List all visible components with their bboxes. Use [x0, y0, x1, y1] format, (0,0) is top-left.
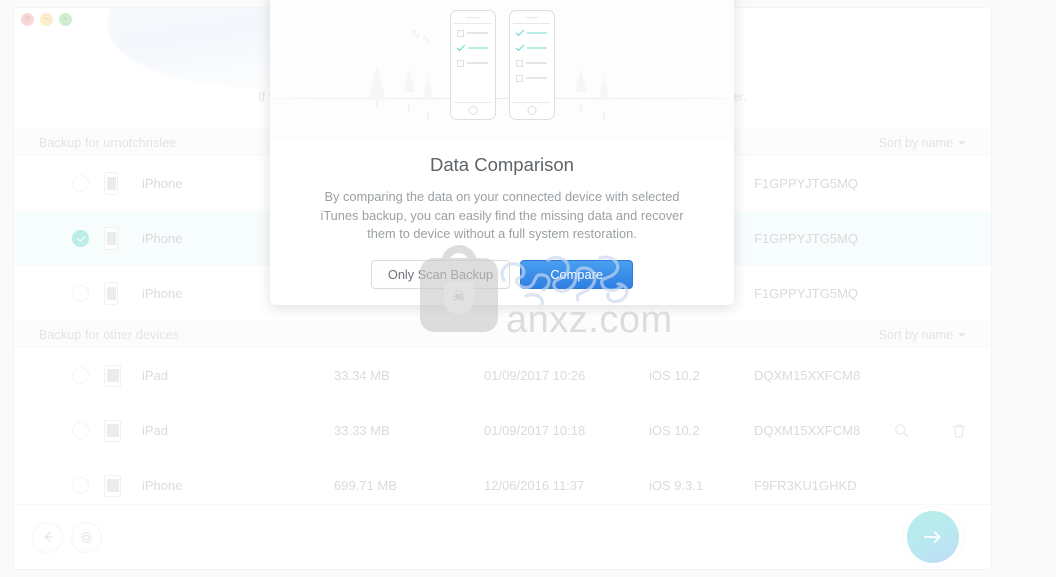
phone-right-icon	[508, 10, 555, 120]
dialog-body: Data Comparison By comparing the data on…	[270, 140, 734, 244]
only-scan-backup-button[interactable]: Only Scan Backup	[370, 259, 511, 289]
dialog-title: Data Comparison	[430, 154, 574, 175]
screen-root: ✕ − + If your backup is not listed here,…	[0, 0, 1056, 577]
dialog-illustration: ∿ ∿	[270, 0, 734, 140]
dialog-description: By comparing the data on your connected …	[320, 189, 684, 242]
dialog-actions: Only Scan Backup Compare	[270, 259, 734, 289]
data-comparison-dialog: ∿ ∿ Data Comparison By comparing the dat…	[270, 0, 734, 305]
phone-left-icon	[449, 10, 496, 120]
compare-button[interactable]: Compare	[520, 259, 634, 289]
phone-pair-illustration	[270, 10, 734, 120]
